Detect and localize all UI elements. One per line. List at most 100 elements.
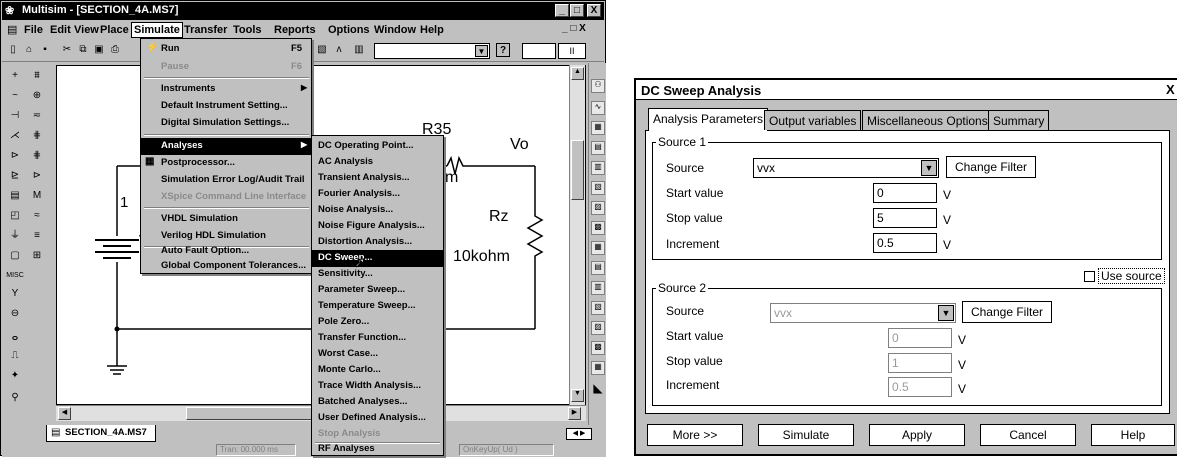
doc-window-controls[interactable]: _ □ X [562,23,586,34]
vertical-scroll-thumb[interactable] [571,140,584,200]
ladder-icon[interactable]: ≡ [28,227,46,245]
tab-miscellaneous-options[interactable]: Miscellaneous Options [862,110,993,130]
analysis-ac[interactable]: AC Analysis [312,154,443,171]
analysis-noise-figure[interactable]: Noise Figure Analysis... [312,218,443,235]
menu-file[interactable]: File [24,24,43,36]
source-parts-icon[interactable]: + [6,67,24,85]
spectrum-analyzer-icon[interactable]: ▨ [591,321,605,335]
four-channel-scope-icon[interactable]: ▥ [591,161,605,175]
source1-increment-input[interactable]: 0.5 [873,233,937,253]
grapher-icon[interactable]: ▧ [315,43,329,57]
mixed-icon[interactable]: ⊳ [28,167,46,185]
analysis-sensitivity[interactable]: Sensitivity... [312,266,443,283]
menu-options[interactable]: Options [328,24,370,36]
logic-analyzer-icon[interactable]: ▦ [591,241,605,255]
tab-nav-arrows-icon[interactable]: ◀ ▶ [566,428,592,440]
resistor-bin-icon[interactable]: ~ [6,87,24,105]
analysis-fourier[interactable]: Fourier Analysis... [312,186,443,203]
apply-button[interactable]: Apply [869,424,965,446]
run-switch-icon[interactable] [522,43,556,59]
misc-icon[interactable]: M [28,187,46,205]
source1-stop-input[interactable]: 5 [873,208,937,228]
help-button[interactable]: Help [1091,424,1175,446]
hier-block-icon[interactable]: ▢ [6,247,24,265]
menu-reports[interactable]: Reports [274,24,316,36]
menu-item-analyses[interactable]: Analyses ▶ [141,138,311,155]
menu-item-vhdl[interactable]: VHDL Simulation [141,211,311,228]
frequency-counter-icon[interactable]: ▨ [591,201,605,215]
oscilloscope-icon[interactable]: ▤ [591,141,605,155]
controls-icon[interactable]: ◰ [6,207,24,225]
analysis-worst-case[interactable]: Worst Case... [312,346,443,363]
tab-summary[interactable]: Summary [988,110,1050,130]
analysis-pole-zero[interactable]: Pole Zero... [312,314,443,331]
menu-window[interactable]: Window [374,24,416,36]
more-button[interactable]: More >> [647,424,743,446]
menu-transfer[interactable]: Transfer [184,24,227,36]
menu-place[interactable]: Place [100,24,129,36]
vertical-scrollbar[interactable]: ▲ ▼ [569,65,585,407]
analysis-user-defined[interactable]: User Defined Analysis... [312,410,443,427]
cut-icon[interactable]: ✂ [60,43,74,57]
minimize-button[interactable]: _ [555,4,569,17]
menu-view[interactable]: View [74,24,99,36]
menu-item-error-log[interactable]: Simulation Error Log/Audit Trail [141,172,311,189]
word-generator-icon[interactable]: ▩ [591,221,605,235]
bode-plotter-icon[interactable]: ▧ [591,181,605,195]
meter-icon[interactable]: ⊖ [6,305,24,323]
new-file-icon[interactable]: ▯ [6,43,20,57]
pause-switch-icon[interactable]: II [558,43,586,59]
tab-output-variables[interactable]: Output variables [764,110,862,130]
distortion-analyzer-icon[interactable]: ▧ [591,301,605,315]
menu-item-default-instrument[interactable]: Default Instrument Setting... [141,98,311,115]
analog-icon[interactable]: ⋕ [28,127,46,145]
basic-parts-icon[interactable]: ⩩ [28,67,46,85]
network-analyzer-icon[interactable]: ▩ [591,341,605,355]
measurement-probe-icon[interactable]: ◣ [591,381,605,395]
scroll-up-icon[interactable]: ▲ [571,67,584,80]
simulate-button[interactable]: Simulate [758,424,854,446]
iv-analyzer-icon[interactable]: ▥ [591,281,605,295]
cancel-button[interactable]: Cancel [980,424,1076,446]
analysis-transient[interactable]: Transient Analysis... [312,170,443,187]
probe-icon[interactable]: ʌ [332,43,346,57]
cmos-icon[interactable]: ⋕ [28,147,46,165]
component-combo[interactable]: ▼ [374,43,490,59]
wire-icon[interactable]: ≂ [28,107,46,125]
menu-item-digital-settings[interactable]: Digital Simulation Settings... [141,115,311,132]
electromechanical-icon[interactable]: ⚲ [6,389,24,407]
function-generator-icon[interactable]: ∿ [591,101,605,115]
electromech-icon[interactable]: ⏚ [6,227,24,245]
menu-item-run[interactable]: ⚡ Run F5 [141,41,311,58]
source1-start-input[interactable]: 0 [873,183,937,203]
scroll-down-icon[interactable]: ▼ [571,389,584,402]
menu-simulate[interactable]: Simulate [131,22,183,38]
rf-component-icon[interactable]: ✦ [6,367,24,385]
bus-icon[interactable]: ⊞ [28,247,46,265]
indicator-icon[interactable]: ▤ [6,187,24,205]
menu-edit[interactable]: Edit [50,24,71,36]
doc-tab[interactable]: ▤ SECTION_4A.MS7 [46,425,156,442]
menu-tools[interactable]: Tools [233,24,262,36]
help-icon[interactable]: ? [496,43,510,57]
paste-icon[interactable]: ▣ [92,43,106,57]
source1-select[interactable]: vvx ▼ [753,158,939,178]
maximize-button[interactable]: □ [570,4,584,17]
pulse-icon[interactable]: ⎍ [6,347,24,365]
analysis-temperature-sweep[interactable]: Temperature Sweep... [312,298,443,315]
save-icon[interactable]: ▪ [38,43,52,57]
menu-help[interactable]: Help [420,24,444,36]
analysis-parameter-sweep[interactable]: Parameter Sweep... [312,282,443,299]
analysis-rf[interactable]: RF Analyses [312,441,443,458]
dialog-close-button[interactable]: X [1166,82,1175,97]
analysis-dc-sweep[interactable]: DC Sweep... [312,250,443,267]
print-icon[interactable]: ⎙ [108,43,122,57]
analysis-transfer-function[interactable]: Transfer Function... [312,330,443,347]
chevron-down-icon[interactable]: ▼ [921,160,937,176]
close-button[interactable]: X [587,4,601,17]
wattmeter-icon[interactable]: ▦ [591,121,605,135]
analysis-noise[interactable]: Noise Analysis... [312,202,443,219]
zoom-icon[interactable]: ⊕ [28,87,46,105]
diode-icon[interactable]: ⊣ [6,107,24,125]
antenna-icon[interactable]: Y [6,285,24,303]
